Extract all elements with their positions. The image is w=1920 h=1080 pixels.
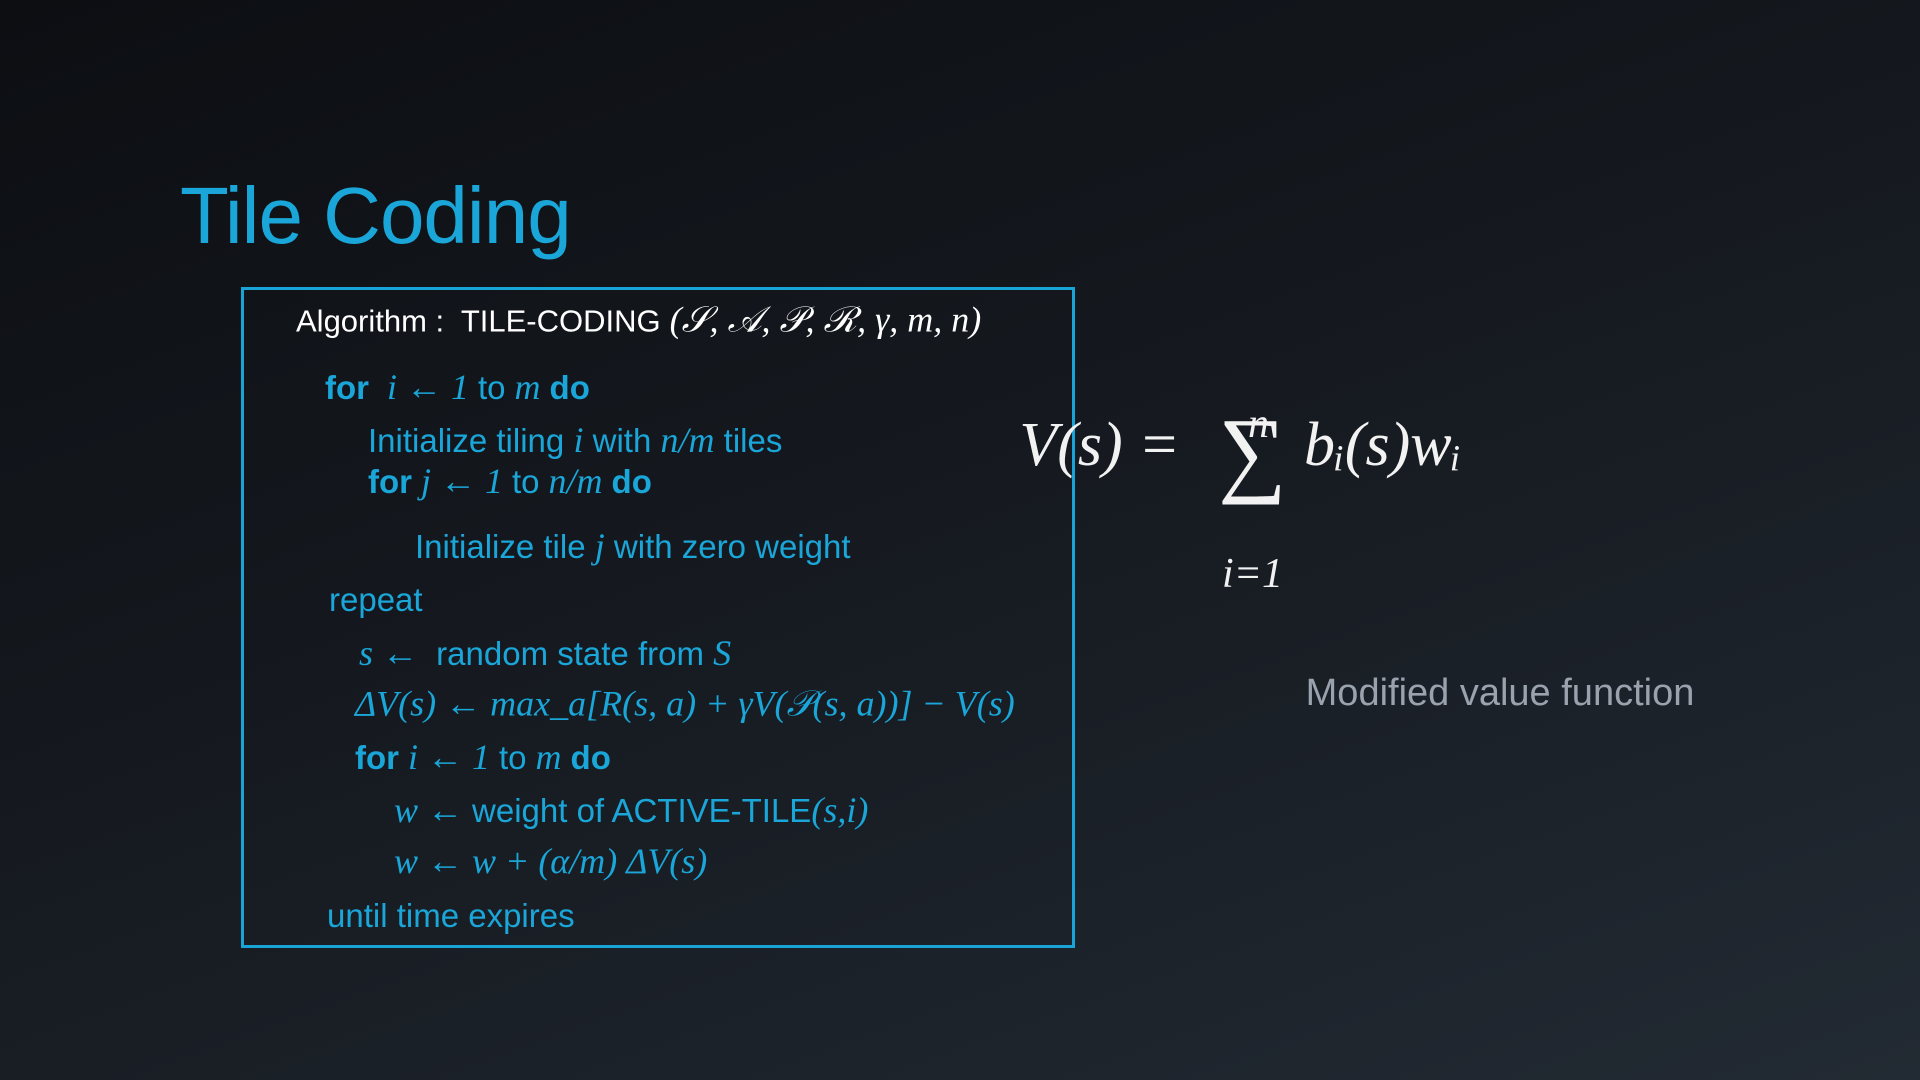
math-expression: n/m [539, 461, 612, 501]
text: tiles [714, 422, 783, 459]
text: to [512, 463, 540, 500]
text: repeat [329, 581, 423, 618]
algorithm-line: s ← random state from S [359, 632, 731, 674]
algorithm-header: Algorithm : TILE-CODING (𝒮, 𝒜, 𝒫, ℛ, γ, … [296, 299, 981, 342]
keyword: for [325, 369, 369, 406]
formula-rhs: bᵢ(s)wᵢ [1304, 411, 1462, 479]
formula-caption: Modified value function [1305, 672, 1695, 714]
math-expression: (s,i) [811, 790, 869, 830]
math-expression: i ← 1 [399, 737, 500, 777]
math-expression: ΔV(s) ← max_a[R(s, a) + γV(𝒫(s, a))] − V… [355, 683, 1015, 724]
algorithm-line: w ← w + (α/m) ΔV(s) [394, 840, 707, 882]
math-expression: S [713, 633, 732, 673]
math-expression: j [594, 526, 605, 566]
math-expression: n/m [660, 420, 715, 460]
algorithm-line: for i ← 1 to m do [355, 736, 611, 778]
text: with zero weight [604, 528, 851, 565]
text: to [478, 369, 506, 406]
math-expression: i [573, 420, 584, 460]
math-expression: w ← [394, 790, 473, 830]
math-expression: m [505, 367, 550, 407]
math-expression: m [526, 737, 571, 777]
algorithm-line: w ← weight of ACTIVE-TILE(s,i) [394, 789, 868, 831]
math-expression: w ← w + (α/m) ΔV(s) [394, 841, 708, 881]
keyword: for [355, 739, 399, 776]
formula-lhs: V(s) = [1019, 411, 1180, 479]
text: random state from [427, 635, 714, 672]
algorithm-line: Initialize tile j with zero weight [415, 525, 851, 567]
text: until time expires [327, 897, 575, 934]
math-expression: i ← 1 [369, 367, 479, 407]
text: Initialize tiling [368, 422, 574, 459]
text: Algorithm : TILE-CODING [296, 303, 661, 339]
text: Initialize tile [415, 528, 595, 565]
keyword: do [611, 463, 652, 500]
sum-symbol: ∑ [1218, 398, 1287, 505]
algorithm-line: for i ← 1 to m do [325, 366, 590, 408]
slide-title: Tile Coding [180, 171, 572, 260]
keyword: do [549, 369, 590, 406]
algorithm-line: repeat [329, 581, 423, 619]
text: weight of ACTIVE-TILE [472, 792, 812, 829]
algorithm-line: ΔV(s) ← max_a[R(s, a) + γV(𝒫(s, a))] − V… [355, 683, 1015, 726]
keyword: do [570, 739, 611, 776]
algorithm-line: Initialize tiling i with n/m tiles [368, 419, 782, 461]
sum-lower-limit: i=1 [1222, 551, 1284, 597]
math-expression: s ← [359, 633, 428, 673]
math-expression: (𝒮, 𝒜, 𝒫, ℛ, γ, m, n) [660, 299, 982, 340]
text: to [499, 739, 527, 776]
text: with [583, 422, 661, 459]
keyword: for [368, 463, 412, 500]
algorithm-line: for j ← 1 to n/m do [368, 460, 652, 502]
algorithm-line: until time expires [327, 897, 575, 935]
math-expression: j ← 1 [412, 461, 513, 501]
